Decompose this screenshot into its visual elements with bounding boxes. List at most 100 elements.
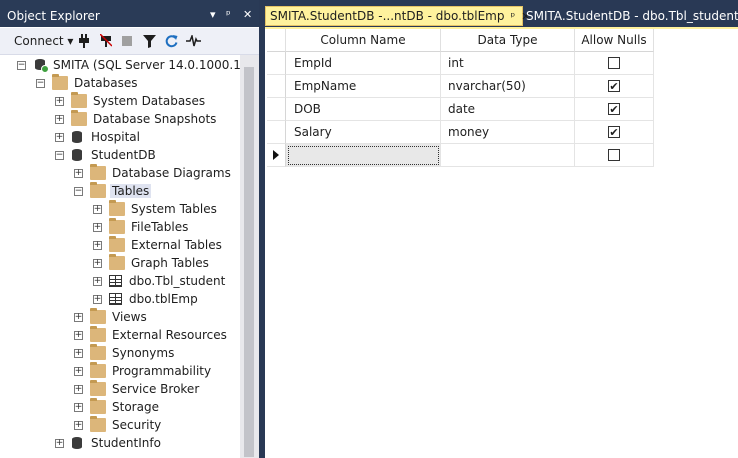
vertical-scrollbar[interactable] [240, 55, 259, 458]
allow-nulls-checkbox[interactable] [608, 149, 620, 161]
collapse-icon[interactable]: − [74, 186, 83, 196]
collapse-icon[interactable]: − [55, 150, 64, 160]
tree-node[interactable]: − SMITA (SQL Server 14.0.1000.169 - S [17, 56, 240, 74]
table-icon [109, 275, 122, 287]
collapse-icon[interactable]: − [36, 78, 45, 88]
tree-node-label: dbo.Tbl_student [129, 274, 226, 288]
expand-icon[interactable]: + [55, 114, 64, 124]
tree-node[interactable]: + Security [74, 416, 161, 434]
tree-node[interactable]: + dbo.tblEmp [93, 290, 198, 308]
tree-node[interactable]: + Views [74, 308, 147, 326]
tree-node[interactable]: + Hospital [55, 128, 140, 146]
allow-nulls-checkbox[interactable]: ✔ [608, 126, 620, 138]
tree-node[interactable]: + External Tables [93, 236, 222, 254]
allow-nulls-cell: ✔ [575, 75, 654, 98]
tree-node[interactable]: + Database Diagrams [74, 164, 231, 182]
column-name-cell[interactable]: DOB [286, 98, 441, 121]
object-explorer-panel: Object Explorer ▾ ᵖ ✕ Connect ▾ − SMITA (… [0, 0, 259, 458]
expand-icon[interactable]: + [74, 384, 83, 394]
expand-icon[interactable]: + [93, 258, 102, 268]
tree-node[interactable]: + Storage [74, 398, 159, 416]
tree-node-label: Synonyms [112, 346, 175, 360]
expand-icon[interactable]: + [74, 312, 83, 322]
pin-icon[interactable]: ᵖ [226, 8, 231, 21]
tree-node[interactable]: + External Resources [74, 326, 227, 344]
tree-node-label: External Tables [131, 238, 222, 252]
connect-plug-icon[interactable] [78, 33, 90, 49]
tree-node[interactable]: + StudentInfo [55, 434, 161, 452]
tree-node-label: Programmability [112, 364, 212, 378]
folder-icon [90, 326, 106, 342]
data-type-cell[interactable]: money [441, 121, 575, 144]
column-name-cell[interactable]: EmpName [286, 75, 441, 98]
allow-nulls-cell [575, 52, 654, 75]
expand-icon[interactable]: + [93, 294, 102, 304]
allow-nulls-checkbox[interactable]: ✔ [608, 80, 620, 92]
tree-node-label: StudentDB [91, 148, 156, 162]
expand-icon[interactable]: + [74, 420, 83, 430]
tree-node[interactable]: + FileTables [93, 218, 188, 236]
data-type-cell[interactable] [441, 144, 575, 167]
data-type-cell[interactable]: date [441, 98, 575, 121]
tree-node-label: Databases [74, 76, 138, 90]
current-row-arrow-icon [273, 150, 279, 160]
allow-nulls-cell: ✔ [575, 121, 654, 144]
tree-node[interactable]: + Programmability [74, 362, 211, 380]
column-name-cell[interactable]: EmpId [286, 52, 441, 75]
folder-icon [109, 254, 125, 270]
expand-icon[interactable]: + [93, 240, 102, 250]
row-selector[interactable] [267, 144, 286, 167]
expand-icon[interactable]: + [93, 276, 102, 286]
tree-node[interactable]: − StudentDB [55, 146, 156, 164]
dropdown-icon[interactable]: ▾ [210, 8, 216, 21]
tree-node[interactable]: + System Tables [93, 200, 217, 218]
tree-node-label: Storage [112, 400, 159, 414]
allow-nulls-cell: ✔ [575, 98, 654, 121]
document-tab-bar: SMITA.StudentDB -...ntDB - dbo.tblEmp ᵖ … [265, 0, 738, 27]
expand-icon[interactable]: + [55, 132, 64, 142]
expand-icon[interactable]: + [93, 222, 102, 232]
table-icon [109, 293, 122, 305]
expand-icon[interactable]: + [74, 348, 83, 358]
expand-icon[interactable]: + [74, 168, 83, 178]
tree-node[interactable]: + Graph Tables [93, 254, 209, 272]
close-icon[interactable]: ✕ [243, 8, 252, 21]
row-selector[interactable] [267, 121, 286, 144]
column-name-cell[interactable] [286, 144, 441, 167]
stop-icon[interactable] [122, 33, 132, 49]
tree-node[interactable]: + System Databases [55, 92, 205, 110]
folder-icon [90, 362, 106, 378]
activity-monitor-icon[interactable] [186, 33, 201, 49]
collapse-icon[interactable]: − [17, 60, 26, 70]
folder-icon [109, 236, 125, 252]
tree-node[interactable]: + Service Broker [74, 380, 199, 398]
tree-node[interactable]: + Database Snapshots [55, 110, 216, 128]
data-type-cell[interactable]: int [441, 52, 575, 75]
disconnect-icon[interactable] [100, 33, 112, 49]
row-selector[interactable] [267, 52, 286, 75]
filter-icon[interactable] [143, 33, 156, 49]
tab-tbl-student-designer[interactable]: SMITA.StudentDB - dbo.Tbl_student [526, 6, 738, 26]
refresh-icon[interactable] [165, 33, 178, 49]
pin-icon[interactable]: ᵖ [511, 10, 516, 23]
connect-button[interactable]: Connect ▾ [14, 33, 73, 49]
data-type-cell[interactable]: nvarchar(50) [441, 75, 575, 98]
expand-icon[interactable]: + [74, 330, 83, 340]
allow-nulls-checkbox[interactable] [608, 57, 620, 69]
expand-icon[interactable]: + [74, 366, 83, 376]
column-name-cell[interactable]: Salary [286, 121, 441, 144]
expand-icon[interactable]: + [93, 204, 102, 214]
tab-tblemp-designer[interactable]: SMITA.StudentDB -...ntDB - dbo.tblEmp ᵖ … [265, 6, 530, 26]
tree-node[interactable]: − Databases [36, 74, 138, 92]
row-selector[interactable] [267, 75, 286, 98]
tree-node[interactable]: + Synonyms [74, 344, 174, 362]
row-selector[interactable] [267, 98, 286, 121]
expand-icon[interactable]: + [74, 402, 83, 412]
allow-nulls-checkbox[interactable]: ✔ [608, 103, 620, 115]
tree-node[interactable]: − Tables [74, 182, 152, 200]
tree-node[interactable]: + dbo.Tbl_student [93, 272, 225, 290]
database-icon [71, 130, 83, 144]
expand-icon[interactable]: + [55, 438, 64, 448]
expand-icon[interactable]: + [55, 96, 64, 106]
scrollbar-thumb[interactable] [244, 67, 254, 457]
